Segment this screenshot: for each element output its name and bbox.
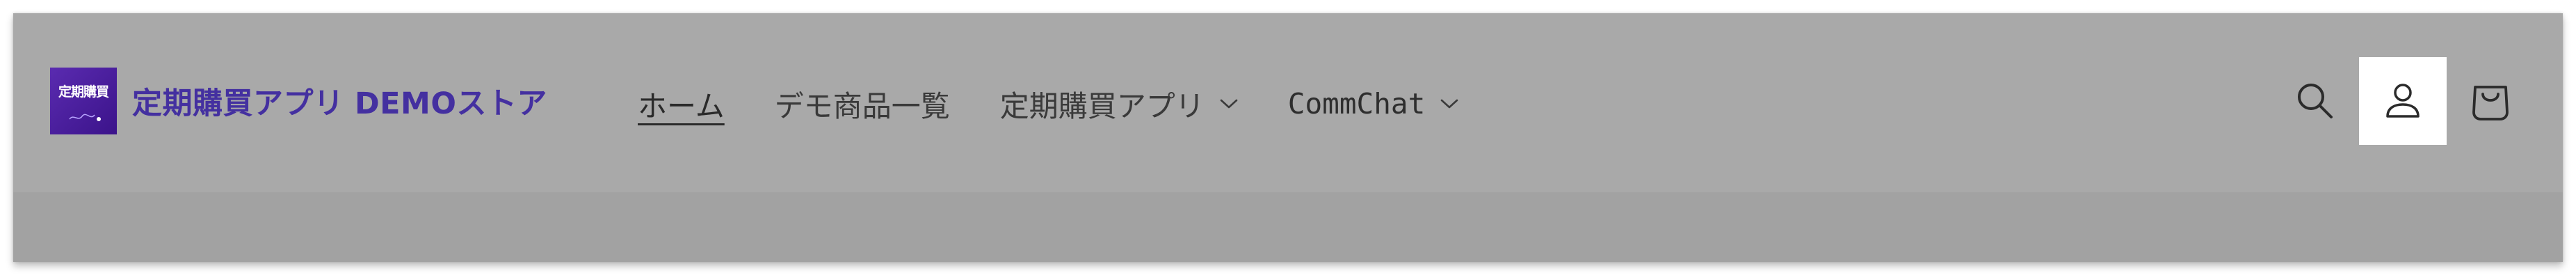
nav-item-home[interactable]: ホーム [638, 83, 725, 125]
chevron-down-icon [1220, 99, 1238, 109]
page-frame: 定期購買 定期購買アプリ DEMOストア ホーム デモ商品一覧 定期購買アプリ [13, 13, 2563, 262]
header-icons [2271, 57, 2534, 145]
store-brand-link[interactable]: 定期購買 定期購買アプリ DEMOストア [50, 68, 547, 134]
nav-item-demo-products[interactable]: デモ商品一覧 [775, 83, 950, 125]
main-nav: ホーム デモ商品一覧 定期購買アプリ CommChat [638, 83, 1508, 125]
nav-item-subscription-app[interactable]: 定期購買アプリ [1000, 83, 1238, 125]
search-icon [2298, 84, 2333, 118]
site-header: 定期購買 定期購買アプリ DEMOストア ホーム デモ商品一覧 定期購買アプリ [13, 13, 2563, 192]
nav-item-label: デモ商品一覧 [774, 88, 950, 123]
header-subbar [13, 192, 2563, 262]
store-logo: 定期購買 [50, 68, 117, 134]
logo-signature-graphic [69, 114, 101, 121]
search-button[interactable] [2271, 57, 2359, 145]
account-button[interactable] [2359, 57, 2447, 145]
cart-icon [2472, 86, 2509, 120]
store-name: 定期購買アプリ DEMOストア [132, 86, 547, 121]
chevron-down-icon [1440, 99, 1458, 109]
nav-item-label: CommChat [1287, 87, 1426, 120]
nav-item-commchat[interactable]: CommChat [1288, 87, 1458, 120]
nav-item-label: 定期購買アプリ [999, 88, 1205, 123]
store-logo-text: 定期購買 [58, 84, 109, 100]
cart-button[interactable] [2447, 57, 2534, 145]
account-icon [2386, 84, 2420, 118]
nav-item-label: ホーム [638, 88, 725, 123]
